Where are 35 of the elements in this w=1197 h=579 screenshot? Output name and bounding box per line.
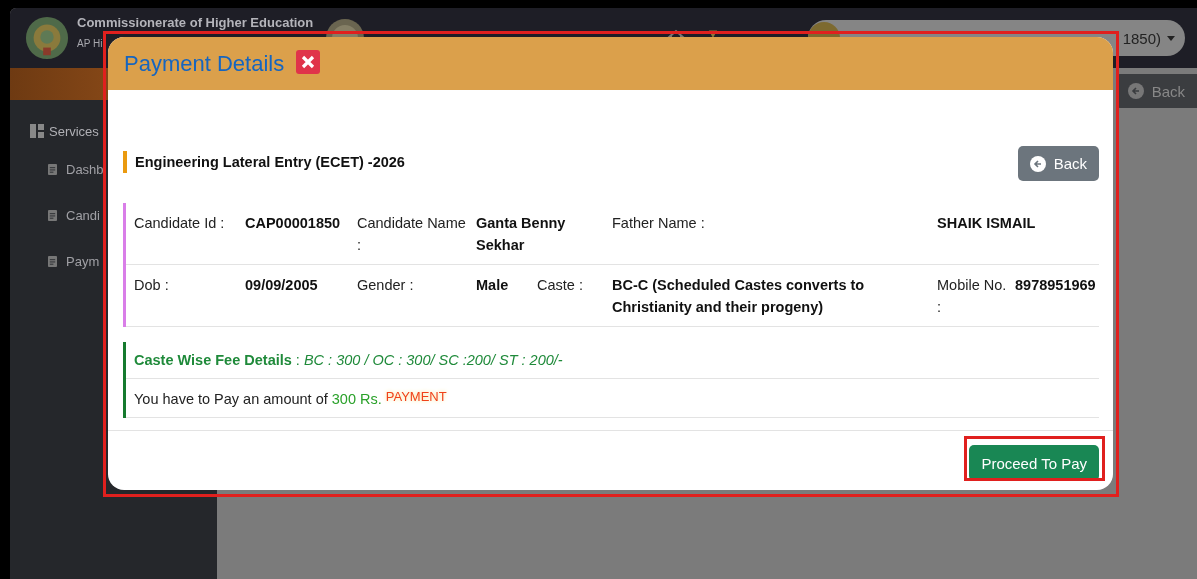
field-value: SHAIK ISMAIL (937, 215, 1036, 231)
field-label: Candidate Name : (357, 215, 466, 253)
back-button[interactable]: Back (1017, 146, 1099, 181)
arrow-left-icon (1029, 155, 1046, 172)
amount-text: You have to Pay an amount of 300 Rs. $^{PAYMENT}$ (126, 379, 1099, 418)
field-label: Candidate Id : (134, 215, 225, 231)
field-label: Mobile No. : (937, 277, 1007, 315)
field-value: Ganta Benny Sekhar (476, 215, 566, 253)
close-icon[interactable] (296, 49, 321, 74)
arrow-left-icon (1127, 83, 1144, 99)
document-icon (48, 255, 57, 267)
field-value: CAP00001850 (245, 215, 341, 231)
field-value: 09/09/2005 (245, 277, 318, 293)
caret-icon (1167, 35, 1175, 41)
field-label: Father Name : (612, 215, 705, 231)
field-value: 8978951969 (1015, 277, 1096, 293)
document-icon (48, 163, 57, 175)
dashboard-icon (30, 124, 44, 138)
field-value: BC-C (Scheduled Castes converts to Christianity and their progeny) (612, 277, 865, 315)
dialog-title: Payment Details (124, 50, 285, 77)
fee-details-text: Caste Wise Fee Details : BC : 300 / OC : 300/ SC :200/ ST : 200/- (126, 342, 1099, 379)
sidebar-item[interactable]: Candi (66, 207, 100, 223)
site-subtitle: AP Hi (77, 38, 104, 49)
field-label: Caste : (537, 277, 583, 293)
sidebar-heading: Services (49, 123, 99, 139)
proceed-button[interactable]: Proceed To Pay (969, 445, 1099, 481)
sidebar-item[interactable]: Paym (66, 253, 100, 269)
course-heading: Engineering Lateral Entry (ECET) -2026 (123, 150, 405, 173)
document-icon (48, 209, 57, 221)
field-label: Dob : (134, 277, 169, 293)
field-value: Male (476, 277, 509, 293)
sidebar-item[interactable]: Dashb (66, 161, 104, 177)
site-title: Commissionerate of Higher Education (77, 15, 314, 30)
emblem-icon (25, 16, 69, 60)
field-label: Gender : (357, 277, 414, 293)
